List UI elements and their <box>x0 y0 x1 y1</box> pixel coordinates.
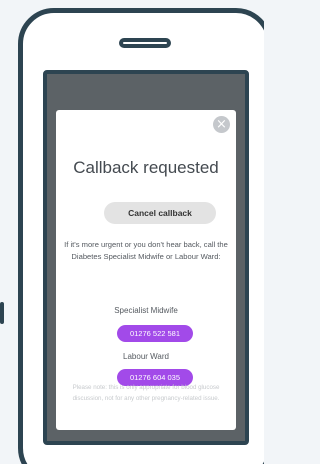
edge-marker <box>0 302 4 324</box>
disclaimer-note: Please note: this is only appropriate fo… <box>58 382 234 404</box>
speaker-slot <box>119 38 171 48</box>
info-line-2: Diabetes Specialist Midwife or Labour Wa… <box>71 252 221 261</box>
note-line-1: Please note: this is only appropriate fo… <box>72 384 220 391</box>
info-text: If it's more urgent or you don't hear ba… <box>60 239 232 263</box>
labour-ward-label: Labour Ward <box>123 352 169 361</box>
callback-modal: × Callback requested Cancel callback If … <box>56 110 236 430</box>
info-line-1: If it's more urgent or you don't hear ba… <box>64 240 228 249</box>
modal-title: Callback requested <box>73 158 219 177</box>
note-line-2: discussion, not for any other pregnancy-… <box>72 395 220 402</box>
cancel-callback-button[interactable]: Cancel callback <box>104 202 216 224</box>
specialist-midwife-label: Specialist Midwife <box>114 306 178 315</box>
page: × Callback requested Cancel callback If … <box>0 0 264 464</box>
close-icon[interactable]: × <box>213 116 230 133</box>
phone-screen: × Callback requested Cancel callback If … <box>43 70 249 445</box>
phone-frame: × Callback requested Cancel callback If … <box>18 8 264 464</box>
specialist-midwife-phone-button[interactable]: 01276 522 581 <box>117 325 193 342</box>
